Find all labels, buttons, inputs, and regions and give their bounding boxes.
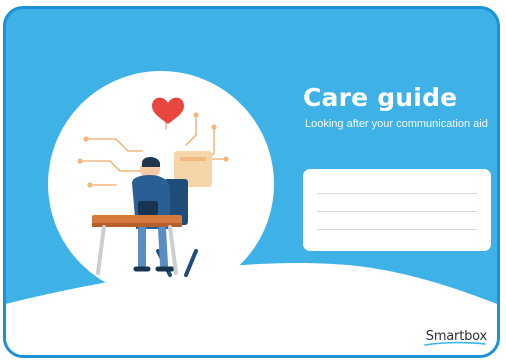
name-line-1 [317, 193, 477, 194]
cover-subtitle: Looking after your communication aid [305, 118, 488, 130]
smartbox-logo-swoosh [424, 341, 486, 346]
name-entry-box[interactable] [303, 169, 491, 251]
name-line-2 [317, 211, 477, 212]
person-at-desk-illustration [48, 71, 274, 297]
name-line-3 [317, 229, 477, 230]
cover-title: Care guide [303, 83, 458, 112]
care-guide-cover: Care guide Looking after your communicat… [3, 6, 500, 358]
